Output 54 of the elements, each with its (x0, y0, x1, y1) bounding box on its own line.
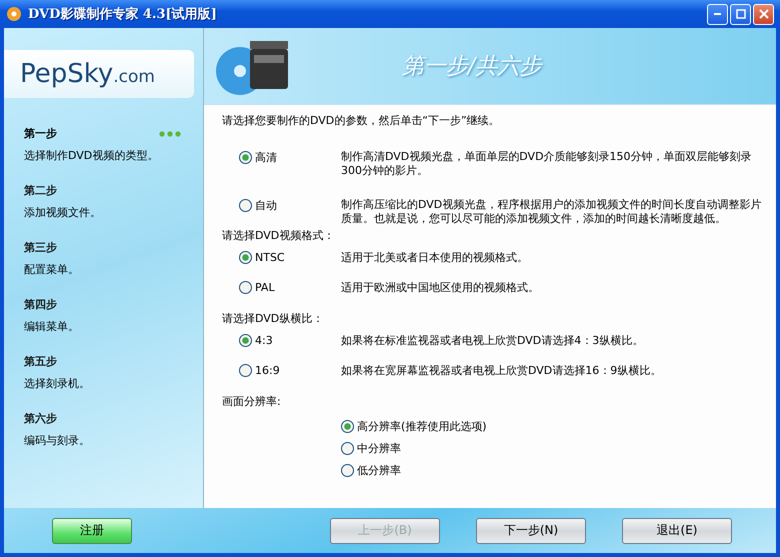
radio-button[interactable] (239, 364, 252, 377)
option-description: 制作高压缩比的DVD视频光盘，程序根据用户的添加视频文件的时间长度自动调整影片质量。也就是说，您可以尽可能的添加视频文件，添加的时间越长清晰度越低。 (341, 198, 762, 226)
maximize-icon (736, 9, 746, 19)
step-description: 编码与刻录。 (24, 433, 91, 448)
disc-icon (6, 6, 22, 22)
option-description: 适用于北美或者日本使用的视频格式。 (341, 251, 529, 265)
nav-button[interactable]: 下一步(N) (476, 518, 586, 544)
window-title: DVD影碟制作专家 4.3[试用版] (28, 6, 217, 23)
banner-title: 第一步/共六步 (402, 53, 542, 81)
radio-button[interactable] (239, 151, 252, 164)
radio-button[interactable] (239, 199, 252, 212)
radio-option[interactable]: 4:3 (239, 334, 341, 347)
radio-button[interactable] (239, 334, 252, 347)
step-title: 第二步 (24, 183, 57, 198)
radio-button[interactable] (341, 420, 354, 433)
radio-option[interactable]: 高清 (239, 150, 341, 165)
step-description: 选择刻录机。 (24, 376, 91, 391)
group-label: 请选择DVD纵横比： (222, 311, 324, 326)
current-step-dots-icon (159, 130, 181, 136)
close-icon (758, 9, 768, 19)
step-description: 配置菜单。 (24, 262, 80, 277)
step-title: 第四步 (24, 297, 57, 312)
option-description: 制作高清DVD视频光盘，单面单层的DVD介质能够刻录150分钟，单面双层能够刻录300分钟的影片。 (341, 150, 753, 178)
step-title: 第五步 (24, 354, 57, 369)
radio-button[interactable] (341, 442, 354, 455)
radio-option[interactable]: 中分辨率 (341, 441, 401, 456)
step-description: 编辑菜单。 (24, 319, 80, 334)
maximize-button[interactable] (730, 4, 751, 24)
option-description: 适用于欧洲或中国地区使用的视频格式。 (341, 281, 540, 295)
radio-option[interactable]: 16:9 (239, 364, 341, 377)
radio-button[interactable] (239, 251, 252, 264)
radio-option[interactable]: 低分辨率 (341, 463, 401, 478)
step-description: 添加视频文件。 (24, 205, 102, 220)
nav-button[interactable]: 退出(E) (622, 518, 732, 544)
group-label: 请选择DVD视频格式： (222, 228, 336, 243)
radio-option[interactable]: 高分辨率(推荐使用此选项) (341, 419, 487, 434)
step-title: 第三步 (24, 240, 57, 255)
group-label: 画面分辨率: (222, 394, 282, 409)
radio-button[interactable] (239, 281, 252, 294)
step-title: 第六步 (24, 411, 57, 426)
option-description: 如果将在标准监视器或者电视上欣赏DVD请选择4：3纵横比。 (341, 334, 644, 348)
close-button[interactable] (753, 4, 774, 24)
radio-option[interactable]: 自动 (239, 198, 341, 213)
option-description: 如果将在宽屏幕监视器或者电视上欣赏DVD请选择16：9纵横比。 (341, 364, 662, 378)
step-description: 选择制作DVD视频的类型。 (24, 148, 160, 163)
radio-option[interactable]: PAL (239, 281, 341, 294)
register-button[interactable]: 注册 (52, 518, 132, 544)
minimize-button[interactable] (707, 4, 728, 24)
radio-button[interactable] (341, 464, 354, 477)
instruction-text: 请选择您要制作的DVD的参数，然后单击“下一步”继续。 (222, 113, 501, 128)
radio-option[interactable]: NTSC (239, 251, 341, 264)
step-title: 第一步 (24, 126, 57, 141)
logo-text: PepSky.com (20, 59, 155, 89)
minimize-icon (714, 13, 721, 15)
